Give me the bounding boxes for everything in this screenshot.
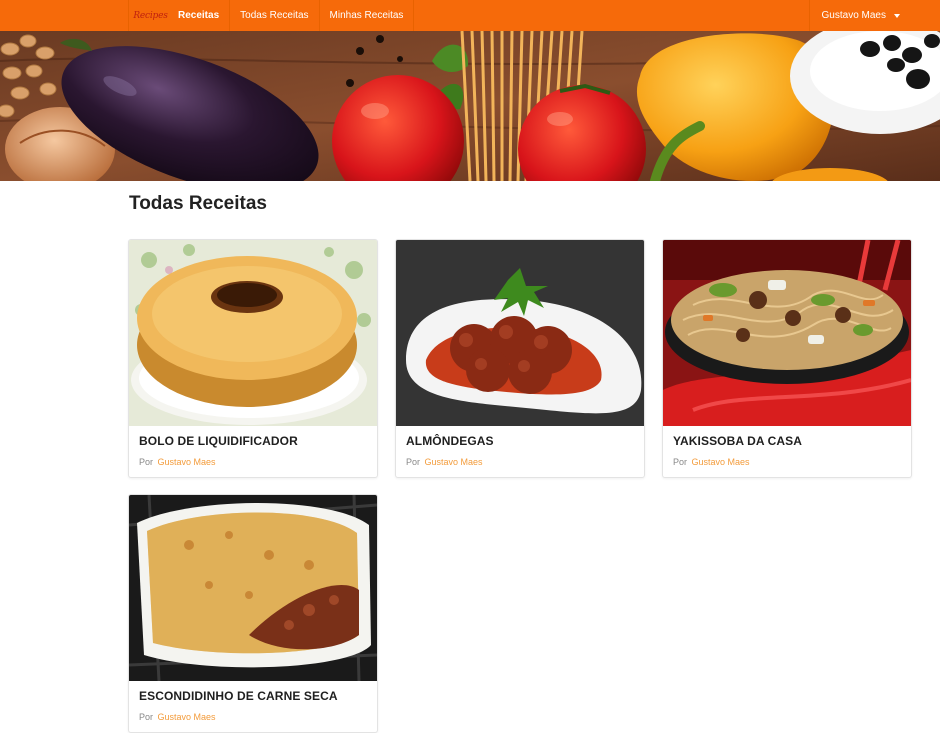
recipe-byline: Por Gustavo Maes <box>139 457 216 467</box>
user-menu[interactable]: Gustavo Maes <box>808 0 912 31</box>
recipe-card[interactable]: ESCONDIDINHO DE CARNE SECA Por Gustavo M… <box>128 494 378 733</box>
top-navbar: Recipes Receitas Todas Receitas Minhas R… <box>0 0 940 32</box>
recipe-byline: Por Gustavo Maes <box>406 457 483 467</box>
caret-down-icon <box>894 13 900 18</box>
recipe-title[interactable]: ALMÔNDEGAS <box>406 434 494 448</box>
author-link[interactable]: Gustavo Maes <box>158 457 216 467</box>
by-label: Por <box>673 457 688 467</box>
nav-item-receitas[interactable]: Receitas <box>168 0 231 31</box>
author-link[interactable]: Gustavo Maes <box>158 712 216 722</box>
recipe-byline: Por Gustavo Maes <box>139 712 216 722</box>
nav-item-todas-receitas[interactable]: Todas Receitas <box>230 0 320 31</box>
hero-vegetables-image <box>0 31 940 181</box>
recipe-title[interactable]: ESCONDIDINHO DE CARNE SECA <box>139 689 338 703</box>
by-label: Por <box>139 712 154 722</box>
meatballs-photo[interactable] <box>396 240 644 426</box>
by-label: Por <box>139 457 154 467</box>
brand-logo-text: Recipes <box>133 10 168 21</box>
recipe-card[interactable]: BOLO DE LIQUIDIFICADOR Por Gustavo Maes <box>128 239 378 478</box>
author-link[interactable]: Gustavo Maes <box>692 457 750 467</box>
by-label: Por <box>406 457 421 467</box>
recipe-card[interactable]: YAKISSOBA DA CASA Por Gustavo Maes <box>662 239 912 478</box>
cake-photo[interactable] <box>129 240 377 426</box>
author-link[interactable]: Gustavo Maes <box>425 457 483 467</box>
yakisoba-photo[interactable] <box>663 240 911 426</box>
casserole-photo[interactable] <box>129 495 377 681</box>
hero-banner <box>0 31 940 181</box>
nav-item-minhas-receitas[interactable]: Minhas Receitas <box>320 0 415 31</box>
brand-logo[interactable]: Recipes <box>133 0 168 31</box>
navbar-divider <box>128 0 129 31</box>
page-title: Todas Receitas <box>129 193 267 214</box>
user-name: Gustavo Maes <box>821 10 886 21</box>
recipe-title[interactable]: YAKISSOBA DA CASA <box>673 434 802 448</box>
recipe-byline: Por Gustavo Maes <box>673 457 750 467</box>
recipe-card[interactable]: ALMÔNDEGAS Por Gustavo Maes <box>395 239 645 478</box>
nav-menu: Receitas Todas Receitas Minhas Receitas <box>168 0 415 31</box>
recipe-title[interactable]: BOLO DE LIQUIDIFICADOR <box>139 434 298 448</box>
